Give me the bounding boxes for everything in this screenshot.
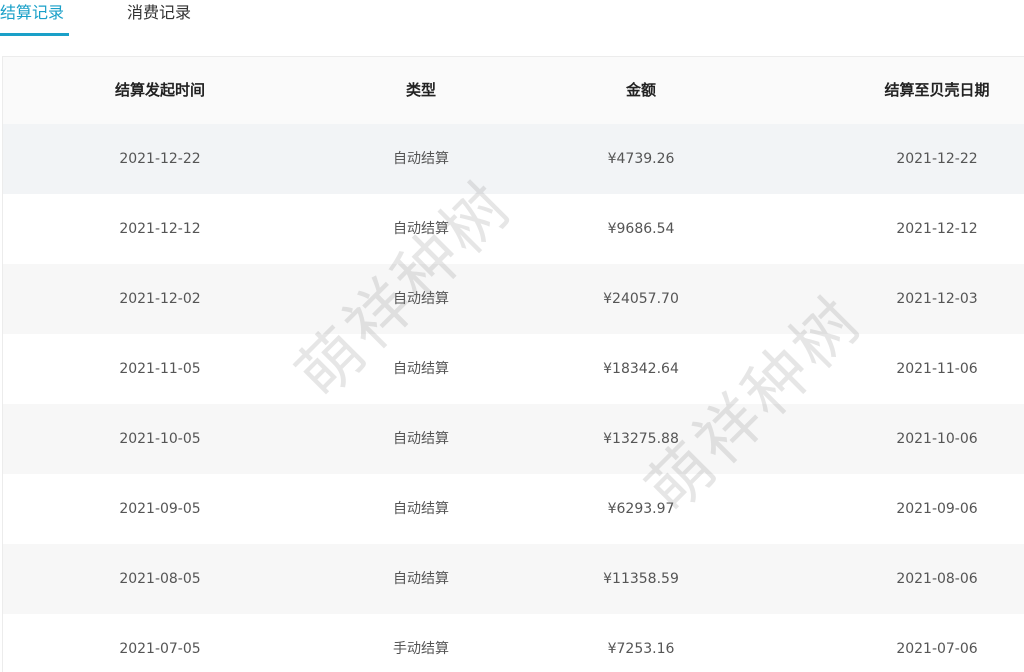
cell-settled-date: 2021-12-03 <box>896 291 978 307</box>
cell-settled-date: 2021-08-06 <box>896 571 978 587</box>
cell-amount: ¥4739.26 <box>607 151 675 167</box>
cell-settlement-time: 2021-11-05 <box>119 361 201 377</box>
cell-amount: ¥7253.16 <box>607 641 675 657</box>
tab-settlement-records[interactable]: 结算记录 <box>0 0 64 36</box>
cell-type: 自动结算 <box>393 221 449 237</box>
header-settled-date: 结算至贝壳日期 <box>884 81 990 99</box>
cell-settlement-time: 2021-07-05 <box>119 641 201 657</box>
cell-type: 手动结算 <box>393 641 449 657</box>
cell-settlement-time: 2021-09-05 <box>119 501 201 517</box>
table-row: 2021-12-12 自动结算 ¥9686.54 2021-12-12 <box>3 194 1024 264</box>
cell-amount: ¥18342.64 <box>603 361 679 377</box>
cell-amount: ¥11358.59 <box>603 571 679 587</box>
header-amount: 金额 <box>625 81 656 99</box>
cell-type: 自动结算 <box>393 501 449 517</box>
table-row: 2021-10-05 自动结算 ¥13275.88 2021-10-06 <box>3 404 1024 474</box>
cell-settlement-time: 2021-10-05 <box>119 431 201 447</box>
settlement-table: 结算发起时间 类型 金额 结算至贝壳日期 2021-12-22 自动结算 ¥47… <box>2 56 1024 672</box>
cell-settlement-time: 2021-12-02 <box>119 291 201 307</box>
cell-settled-date: 2021-11-06 <box>896 361 978 377</box>
active-tab-indicator <box>0 33 69 36</box>
cell-type: 自动结算 <box>393 151 449 167</box>
cell-settlement-time: 2021-08-05 <box>119 571 201 587</box>
cell-amount: ¥24057.70 <box>603 291 679 307</box>
table-header: 结算发起时间 类型 金额 结算至贝壳日期 <box>3 57 1024 124</box>
cell-amount: ¥6293.97 <box>607 501 675 517</box>
table-row: 2021-07-05 手动结算 ¥7253.16 2021-07-06 <box>3 614 1024 672</box>
cell-type: 自动结算 <box>393 361 449 377</box>
cell-type: 自动结算 <box>393 431 449 447</box>
cell-settled-date: 2021-07-06 <box>896 641 978 657</box>
settlement-page: 结算记录 消费记录 结算发起时间 类型 金额 结算至贝壳日期 2021-12-2… <box>0 0 1024 672</box>
cell-settled-date: 2021-12-22 <box>896 151 978 167</box>
cell-type: 自动结算 <box>393 571 449 587</box>
cell-amount: ¥9686.54 <box>607 221 675 237</box>
cell-settlement-time: 2021-12-22 <box>119 151 201 167</box>
cell-settled-date: 2021-10-06 <box>896 431 978 447</box>
table-row: 2021-12-02 自动结算 ¥24057.70 2021-12-03 <box>3 264 1024 334</box>
table-row: 2021-09-05 自动结算 ¥6293.97 2021-09-06 <box>3 474 1024 544</box>
table-row: 2021-12-22 自动结算 ¥4739.26 2021-12-22 <box>3 124 1024 194</box>
tab-consumption-records[interactable]: 消费记录 <box>127 0 191 36</box>
cell-amount: ¥13275.88 <box>603 431 679 447</box>
header-settlement-time: 结算发起时间 <box>114 81 205 99</box>
header-type: 类型 <box>405 81 436 99</box>
cell-settled-date: 2021-09-06 <box>896 501 978 517</box>
cell-settlement-time: 2021-12-12 <box>119 221 201 237</box>
table-row: 2021-08-05 自动结算 ¥11358.59 2021-08-06 <box>3 544 1024 614</box>
cell-settled-date: 2021-12-12 <box>896 221 978 237</box>
tab-bar: 结算记录 消费记录 <box>0 0 1024 40</box>
table-row: 2021-11-05 自动结算 ¥18342.64 2021-11-06 <box>3 334 1024 404</box>
cell-type: 自动结算 <box>393 291 449 307</box>
